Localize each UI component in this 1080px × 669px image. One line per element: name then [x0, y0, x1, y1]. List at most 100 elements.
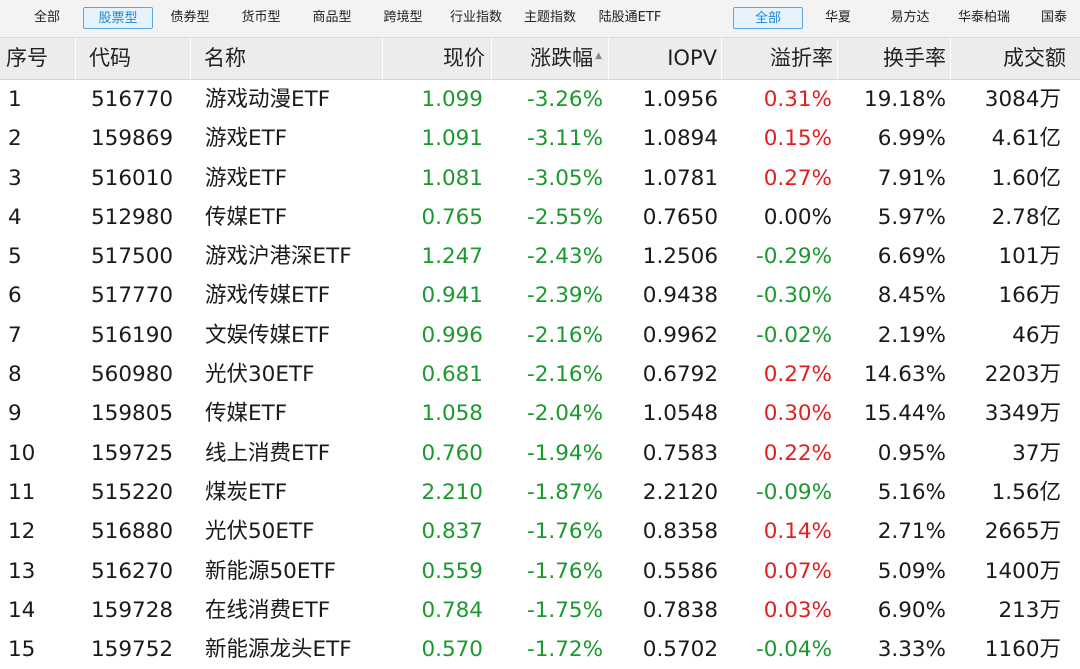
table-row[interactable]: 10 159725 线上消费ETF 0.760 -1.94% 0.7583 0.22% 0.9…	[0, 434, 1080, 473]
cell-premium: 0.27%	[763, 362, 832, 388]
col-header-iopv[interactable]: IOPV	[609, 38, 722, 79]
col-header-volume[interactable]: 成交额	[951, 38, 1066, 79]
cell-premium: -0.29%	[755, 244, 832, 270]
table-row[interactable]: 14 159728 在线消费ETF 0.784 -1.75% 0.7838 0.03% 6.9…	[0, 591, 1080, 630]
cell-index: 2	[8, 126, 22, 152]
cell-volume: 2203万	[984, 362, 1061, 388]
cell-change: -1.94%	[526, 440, 603, 466]
cell-code: 159869	[91, 126, 174, 152]
company-tab-huatai-pinebridge[interactable]: 华泰柏瑞	[948, 7, 1020, 29]
cell-iopv: 0.9438	[642, 283, 718, 309]
table-row[interactable]: 11 515220 煤炭ETF 2.210 -1.87% 2.2120 -0.09% 5.16…	[0, 473, 1080, 512]
cell-index: 5	[8, 244, 22, 270]
cell-change: -1.72%	[526, 637, 603, 663]
table-row[interactable]: 4 512980 传媒ETF 0.765 -2.55% 0.7650 0.00% 5.97% 2…	[0, 198, 1080, 237]
table-body: 1 516770 游戏动漫ETF 1.099 -3.26% 1.0956 0.31% 19.1…	[0, 80, 1080, 669]
type-tab-bond[interactable]: 债券型	[160, 7, 220, 29]
col-header-change-label: 涨跌幅	[530, 46, 594, 70]
cell-premium: 0.03%	[763, 597, 832, 623]
col-header-index[interactable]: 序号	[0, 38, 76, 79]
type-tab-stock[interactable]: 股票型	[83, 7, 153, 29]
cell-turnover: 8.45%	[877, 283, 946, 309]
cell-index: 10	[8, 440, 36, 466]
table-row[interactable]: 12 516880 光伏50ETF 0.837 -1.76% 0.8358 0.14% 2.7…	[0, 512, 1080, 551]
cell-code: 516770	[91, 87, 174, 112]
cell-name: 文娱传媒ETF	[205, 322, 331, 348]
cell-price: 0.765	[421, 204, 483, 230]
col-header-code[interactable]: 代码	[83, 38, 191, 79]
cell-iopv: 1.0548	[642, 401, 718, 427]
cell-premium: -0.30%	[755, 283, 832, 309]
cell-code: 516010	[91, 165, 174, 191]
table-row[interactable]: 1 516770 游戏动漫ETF 1.099 -3.26% 1.0956 0.31% 19.1…	[0, 80, 1080, 119]
cell-volume: 1.60亿	[991, 165, 1061, 191]
cell-change: -2.16%	[526, 362, 603, 388]
cell-price: 0.559	[421, 558, 483, 584]
cell-index: 11	[8, 479, 36, 505]
cell-code: 516270	[91, 558, 174, 584]
cell-volume: 3349万	[984, 401, 1061, 427]
type-tab-stock-connect-etf[interactable]: 陆股通ETF	[590, 7, 670, 29]
cell-index: 9	[8, 401, 22, 427]
cell-volume: 2.78亿	[991, 204, 1061, 230]
company-tab-efunds[interactable]: 易方达	[879, 7, 941, 29]
cell-price: 2.210	[421, 479, 483, 505]
cell-change: -3.26%	[526, 87, 603, 112]
cell-volume: 46万	[1012, 322, 1061, 348]
cell-volume: 166万	[998, 283, 1061, 309]
cell-volume: 1400万	[984, 558, 1061, 584]
cell-price: 0.941	[421, 283, 483, 309]
type-tab-money[interactable]: 货币型	[231, 7, 291, 29]
cell-code: 560980	[91, 362, 174, 388]
cell-iopv: 0.6792	[642, 362, 718, 388]
cell-change: -2.39%	[526, 283, 603, 309]
table-row[interactable]: 8 560980 光伏30ETF 0.681 -2.16% 0.6792 0.27% 14.6…	[0, 355, 1080, 394]
cell-iopv: 1.0956	[642, 87, 718, 112]
col-header-change[interactable]: 涨跌幅 ▲	[497, 38, 609, 79]
cell-price: 0.837	[421, 519, 483, 545]
company-tab-all[interactable]: 全部	[733, 7, 803, 29]
table-row[interactable]: 9 159805 传媒ETF 1.058 -2.04% 1.0548 0.30% 15.44%…	[0, 394, 1080, 433]
cell-code: 515220	[91, 479, 174, 505]
type-tab-industry-index[interactable]: 行业指数	[440, 7, 512, 29]
table-row[interactable]: 6 517770 游戏传媒ETF 0.941 -2.39% 0.9438 -0.30% 8.4…	[0, 276, 1080, 315]
cell-turnover: 14.63%	[864, 362, 946, 388]
cell-name: 传媒ETF	[205, 401, 288, 427]
table-row[interactable]: 15 159752 新能源龙头ETF 0.570 -1.72% 0.5702 -0.04% 3…	[0, 630, 1080, 669]
table-row[interactable]: 3 516010 游戏ETF 1.081 -3.05% 1.0781 0.27% 7.91% 1…	[0, 159, 1080, 198]
cell-index: 4	[8, 204, 22, 230]
cell-name: 游戏ETF	[205, 126, 288, 152]
cell-index: 8	[8, 362, 22, 388]
cell-iopv: 0.8358	[642, 519, 718, 545]
cell-index: 6	[8, 283, 22, 309]
table-row[interactable]: 5 517500 游戏沪港深ETF 1.247 -2.43% 1.2506 -0.29% 6.…	[0, 237, 1080, 276]
table-row[interactable]: 2 159869 游戏ETF 1.091 -3.11% 1.0894 0.15% 6.99% 4…	[0, 119, 1080, 158]
cell-premium: 0.14%	[763, 519, 832, 545]
table-row[interactable]: 7 516190 文娱传媒ETF 0.996 -2.16% 0.9962 -0.02% 2.1…	[0, 316, 1080, 355]
table-header: 序号 代码 名称 现价 涨跌幅 ▲ IOPV 溢折率 换手率 成交额	[0, 38, 1080, 80]
cell-name: 新能源龙头ETF	[205, 637, 352, 663]
cell-iopv: 0.7583	[642, 440, 718, 466]
company-tab-guotai[interactable]: 国泰	[1030, 7, 1078, 29]
cell-volume: 2665万	[984, 519, 1061, 545]
col-header-turnover[interactable]: 换手率	[838, 38, 951, 79]
col-header-name[interactable]: 名称	[198, 38, 383, 79]
cell-index: 3	[8, 165, 22, 191]
cell-premium: 0.27%	[763, 165, 832, 191]
type-tab-commodity[interactable]: 商品型	[302, 7, 362, 29]
col-header-premium[interactable]: 溢折率	[722, 38, 838, 79]
cell-iopv: 2.2120	[642, 479, 718, 505]
cell-premium: 0.15%	[763, 126, 832, 152]
cell-index: 15	[8, 637, 36, 663]
cell-volume: 1.56亿	[991, 479, 1061, 505]
type-tab-theme-index[interactable]: 主题指数	[514, 7, 586, 29]
col-header-price[interactable]: 现价	[383, 38, 492, 79]
table-row[interactable]: 13 516270 新能源50ETF 0.559 -1.76% 0.5586 0.07% 5.…	[0, 552, 1080, 591]
cell-iopv: 1.2506	[642, 244, 718, 270]
type-tab-cross-border[interactable]: 跨境型	[373, 7, 433, 29]
cell-turnover: 3.33%	[877, 637, 946, 663]
cell-code: 517770	[91, 283, 174, 309]
type-tab-all[interactable]: 全部	[22, 7, 72, 29]
cell-price: 1.247	[421, 244, 483, 270]
company-tab-huaxia[interactable]: 华夏	[812, 7, 864, 29]
